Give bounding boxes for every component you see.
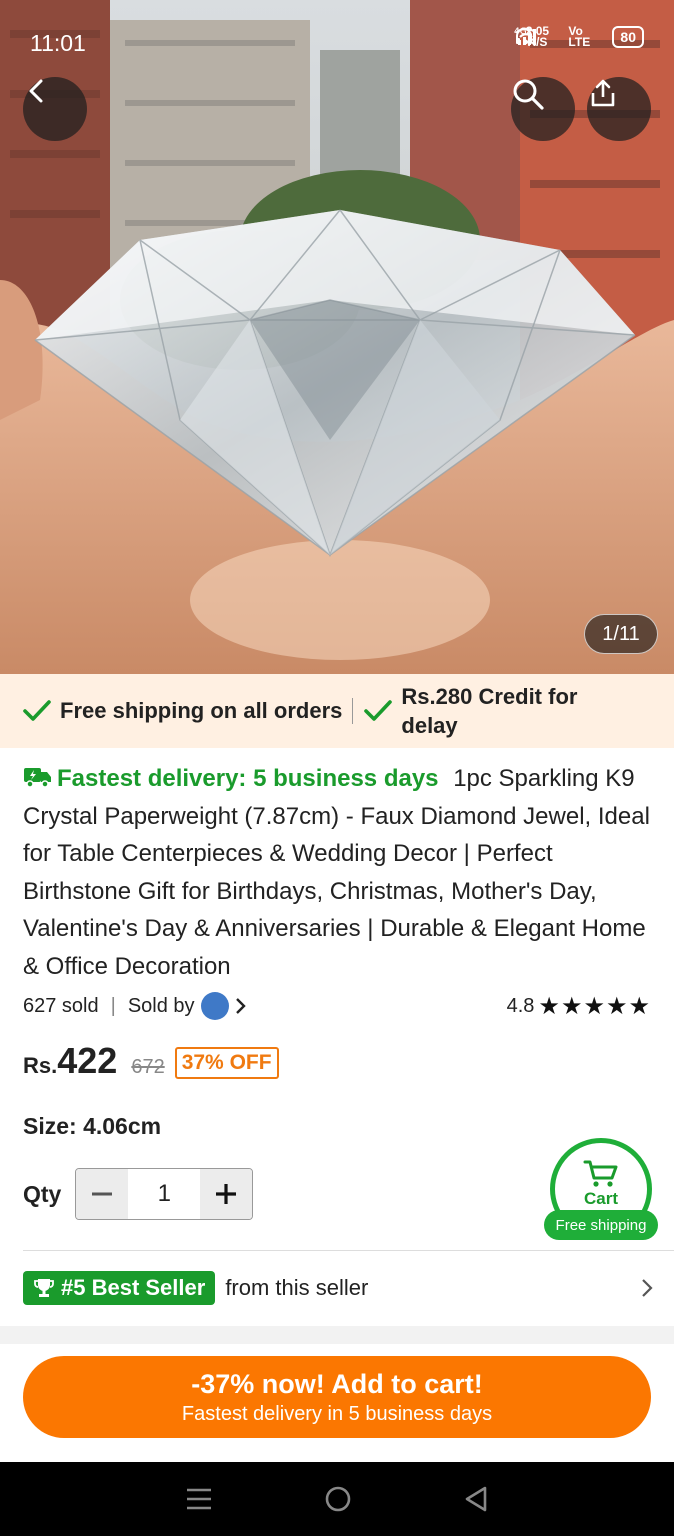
cart-icon bbox=[583, 1160, 618, 1187]
fast-delivery-label: Fastest delivery: 5 business days bbox=[23, 765, 445, 792]
credit-item: Rs.280 Credit for delay bbox=[363, 682, 621, 740]
size-label[interactable]: Size: 4.06cm bbox=[23, 1113, 161, 1140]
status-bar: 11:01 2.05 K/S Vo LTE 4G 4G 80 bbox=[0, 0, 674, 84]
product-title-text: 1pc Sparkling K9 Crystal Paperweight (7.… bbox=[23, 765, 650, 980]
price-original: 672 bbox=[131, 1056, 165, 1078]
home-icon[interactable] bbox=[324, 1485, 352, 1513]
divider bbox=[352, 698, 354, 724]
trophy-icon bbox=[34, 1279, 54, 1297]
product-meta: 627 sold | Sold by 4.8 ★★★★★ bbox=[23, 990, 651, 1022]
cart-free-shipping-badge: Free shipping bbox=[544, 1210, 658, 1240]
back-button[interactable] bbox=[23, 77, 87, 141]
chevron-right-icon bbox=[642, 1279, 653, 1297]
discount-badge: 37% OFF bbox=[174, 1047, 279, 1079]
product-image[interactable]: 11:01 2.05 K/S Vo LTE 4G 4G 80 1/11 bbox=[0, 0, 674, 674]
section-divider bbox=[23, 1250, 674, 1251]
best-seller-badge-text: #5 Best Seller bbox=[61, 1275, 206, 1300]
best-seller-text: from this seller bbox=[225, 1275, 369, 1300]
currency-label: Rs. bbox=[23, 1053, 58, 1078]
price-current: Rs.422 bbox=[23, 1040, 117, 1082]
minus-icon bbox=[92, 1192, 113, 1196]
share-icon bbox=[591, 79, 615, 107]
seller-avatar bbox=[200, 992, 229, 1020]
decrease-button[interactable] bbox=[76, 1169, 129, 1219]
credit-text: Rs.280 Credit for delay bbox=[401, 684, 578, 738]
status-icons: 2.05 K/S Vo LTE 4G 4G 80 bbox=[514, 24, 644, 49]
price-row: Rs.422 672 37% OFF bbox=[23, 1040, 279, 1083]
system-nav-bar bbox=[0, 1462, 674, 1536]
qty-label: Qty bbox=[23, 1180, 62, 1207]
check-icon bbox=[364, 700, 393, 721]
product-page: 11:01 2.05 K/S Vo LTE 4G 4G 80 1/11 Free… bbox=[0, 0, 674, 1536]
plus-icon bbox=[216, 1184, 237, 1204]
meta-separator: | bbox=[110, 994, 116, 1017]
rating[interactable]: 4.8 ★★★★★ bbox=[507, 992, 651, 1021]
best-seller-badge: #5 Best Seller bbox=[23, 1271, 216, 1305]
search-button[interactable] bbox=[511, 77, 575, 141]
sold-count: 627 sold bbox=[23, 994, 99, 1017]
star-rating: ★★★★★ bbox=[538, 992, 651, 1020]
free-shipping-item: Free shipping on all orders bbox=[0, 698, 342, 724]
add-to-cart-label: -37% now! Add to cart! bbox=[191, 1368, 483, 1399]
volte-label: Vo LTE bbox=[568, 24, 591, 49]
back-nav-icon[interactable] bbox=[463, 1485, 489, 1513]
quantity-value[interactable]: 1 bbox=[128, 1169, 200, 1219]
check-icon bbox=[23, 700, 51, 721]
section-separator bbox=[0, 1326, 674, 1344]
quantity-stepper: 1 bbox=[75, 1168, 254, 1220]
rating-value: 4.8 bbox=[506, 994, 535, 1017]
chevron-left-icon bbox=[29, 79, 43, 103]
menu-icon[interactable] bbox=[185, 1486, 213, 1512]
product-title: Fastest delivery: 5 business days 1pc Sp… bbox=[23, 760, 655, 986]
best-seller-row[interactable]: #5 Best Seller from this seller bbox=[23, 1270, 655, 1306]
search-icon bbox=[513, 79, 544, 110]
share-button[interactable] bbox=[587, 77, 651, 141]
fast-delivery-text: Fastest delivery: 5 business days bbox=[57, 765, 439, 792]
qty-row: Qty 1 bbox=[23, 1168, 254, 1220]
cart-label: Cart bbox=[583, 1189, 618, 1208]
chevron-right-icon bbox=[235, 998, 246, 1014]
image-counter: 1/11 bbox=[584, 614, 658, 654]
add-to-cart-sublabel: Fastest delivery in 5 business days bbox=[181, 1402, 493, 1425]
increase-button[interactable] bbox=[200, 1169, 253, 1219]
shipping-banner[interactable]: Free shipping on all orders Rs.280 Credi… bbox=[0, 674, 674, 748]
sold-by-label: Sold by bbox=[127, 994, 195, 1017]
status-time: 11:01 bbox=[30, 30, 86, 56]
sold-by-link[interactable]: Sold by bbox=[128, 992, 249, 1020]
price-value: 422 bbox=[57, 1040, 118, 1081]
svg-text:4G: 4G bbox=[514, 27, 527, 37]
add-to-cart-button[interactable]: -37% now! Add to cart! Fastest delivery … bbox=[23, 1356, 651, 1438]
delivery-truck-icon bbox=[24, 768, 51, 788]
free-shipping-text: Free shipping on all orders bbox=[60, 698, 343, 723]
battery-indicator: 80 bbox=[612, 26, 644, 48]
